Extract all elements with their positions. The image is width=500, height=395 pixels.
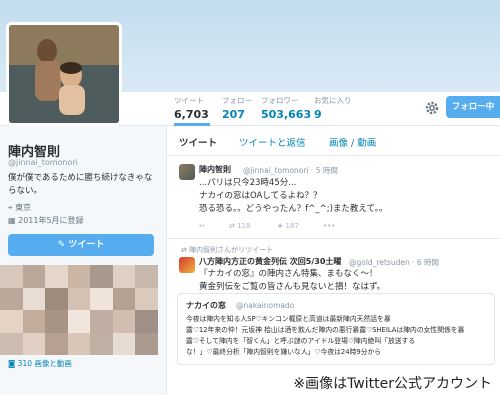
retweet-action[interactable]: ⇄ 118 [229,222,250,230]
stat-followers-label: フォロワー [261,96,299,105]
media-count-link[interactable]: ◙ 310 画像と動画 [8,358,72,369]
location-icon: ⌖ [8,203,13,212]
compose-tweet-button[interactable]: ✎ ツイート [8,234,154,256]
twitter-profile-page: ツイート 6,703 フォロー 207 フォロワー 503,663 お気に入り … [0,0,500,395]
retweet-icon: ⇄ [229,222,238,230]
quoted-author-name: ナカイの窓 [186,301,226,310]
tweet-author-name[interactable]: 陣内智則 [199,164,231,175]
stat-followers-value: 503,663 [261,108,312,121]
stat-tweets-value: 6,703 [174,108,209,121]
stat-followers[interactable]: フォロワー 503,663 [261,95,312,125]
quoted-text-line: 露♡そして陣内を「智くん」と呼ぶ謎のアイドル登場♡陣内絶叫「放送する [186,337,416,345]
tab-tweets-replies[interactable]: ツイートと返信 [239,135,306,149]
camera-icon: ◙ [8,359,18,368]
more-icon[interactable]: ••• [323,222,335,230]
quoted-tweet[interactable]: ナカイの窓 @nakainomado 今夜は陣内を知る人SP♡キンコン梶原と高道… [177,293,495,365]
profile-handle[interactable]: @jinnai_tomonori [8,158,78,167]
tweet-text-line: 黄金列伝をご覧の皆さんも見ないと損！なはず。 [199,282,386,292]
profile-location: ⌖ 東京 [8,202,31,213]
favorite-action[interactable]: ★ 187 [277,222,299,230]
stat-following-value: 207 [222,108,245,121]
tab-tweets[interactable]: ツイート [179,135,217,149]
compose-tweet-label: ツイート [68,240,105,250]
calendar-icon: ▦ [8,216,16,225]
quill-icon: ✎ [57,240,69,250]
tweet-text-line: ナカイの窓はOAしてるよね？？ [199,191,322,201]
quoted-author-handle: @nakainomado [236,300,295,310]
tweet-text-line: 『ナカイの窓』の陣内さん特集、まもなく～！ [199,269,378,279]
favorite-count: 187 [285,222,299,230]
following-button[interactable]: フォロー中 [446,96,500,118]
location-text: 東京 [15,203,32,212]
tweet-author-handle[interactable]: @gold_retsuden · 6 時間 [349,257,439,268]
retweet-label-text: 陣内智則さんがリツイート [189,246,274,254]
stat-following-label: フォロー [222,96,252,105]
image-credit-caption: ※画像はTwitter公式アカウント [289,373,496,393]
media-thumbnails[interactable] [0,265,158,355]
avatar [6,22,122,126]
tweet-text-line: ...パリは只今23時45分... [199,178,297,188]
stat-tweets-label: ツイート [174,96,204,105]
quoted-text-line: 今夜は陣内を知る人SP♡キンコン梶原と高道は最新陣内天然話を暴 [186,315,391,323]
stat-following[interactable]: フォロー 207 [222,95,252,125]
media-count-text: 310 画像と動画 [17,359,72,368]
stat-tweets[interactable]: ツイート 6,703 [174,95,210,126]
timeline: ツイート ツイートと返信 画像 / 動画 陣内智則 @jinnai_tomono… [166,126,500,395]
quoted-text-line: 露♡12年来の仲！元坂神 桧山は酒を飲んだ陣内の悪行暴露♡SHEILAは陣内の女… [186,326,465,334]
tweet-item[interactable]: 陣内智則 @jinnai_tomonori · 5 時間 ...パリは只今23時… [167,156,500,239]
timeline-tabs: ツイート ツイートと返信 画像 / 動画 [167,126,500,156]
stat-favorites-label: お気に入り [314,96,352,105]
joined-text: 2011年5月に登録 [18,216,84,225]
quoted-text-line: な！」♡最終分析「陣内智則を嫌いな人」♡今夜は24時9分から [186,348,382,356]
tweet-author-handle[interactable]: @jinnai_tomonori · 5 時間 [243,165,338,176]
tweet-text-line: 恐る恐る。。どうやったん？f^_^;)また教えて。。 [199,204,388,214]
retweet-icon: ⇄ [181,246,190,254]
tab-media[interactable]: 画像 / 動画 [329,135,376,149]
profile-bio: 僕が僕であるために勝ち続けなきゃならない。 [8,173,153,196]
tweet-author-name[interactable]: 八方陣内方正の黄金列伝 次回5/30土曜 [199,256,341,267]
gear-icon[interactable] [424,100,440,116]
reply-icon[interactable]: ↩ [199,222,205,230]
stat-favorites[interactable]: お気に入り 9 [314,95,352,125]
tweet-avatar[interactable] [179,257,195,273]
star-icon: ★ [277,222,286,230]
retweet-count: 118 [237,222,251,230]
stat-favorites-value: 9 [314,108,322,121]
profile-joined: ▦ 2011年5月に登録 [8,215,84,226]
tweet-avatar[interactable] [179,164,195,180]
